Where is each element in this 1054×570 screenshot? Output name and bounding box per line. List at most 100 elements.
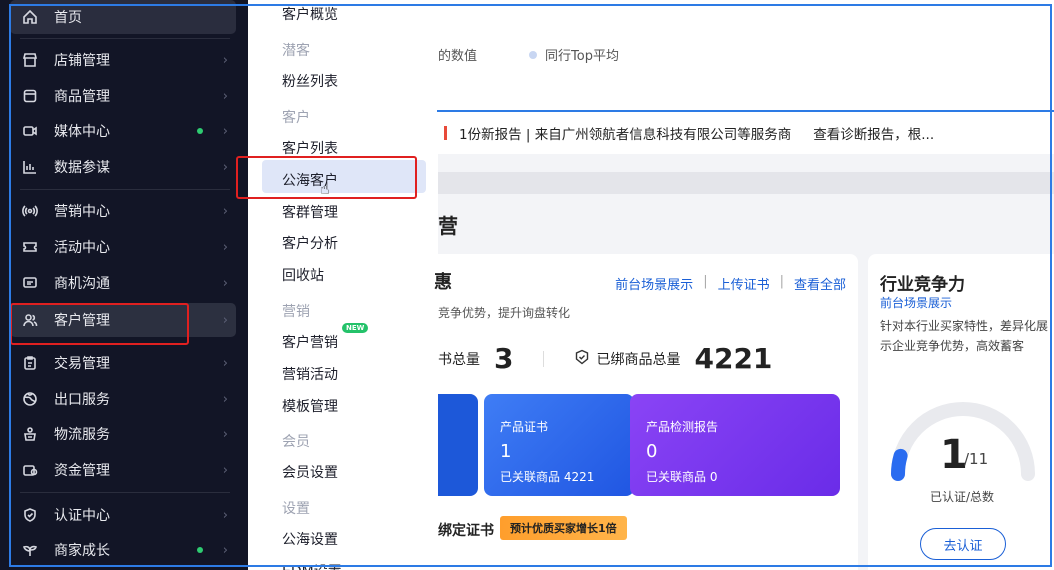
tile-subtitle: 已关联商品 4221 bbox=[500, 470, 595, 484]
sidebar-item-customers[interactable]: 客户管理 › bbox=[10, 303, 236, 337]
chevron-right-icon: › bbox=[222, 275, 228, 291]
sidebar-item-export[interactable]: 出口服务 › bbox=[10, 382, 236, 416]
submenu-item-campaigns[interactable]: 营销活动 bbox=[282, 364, 338, 384]
submenu-item-overview[interactable]: 客户概览 bbox=[282, 4, 338, 24]
section-title: 营 bbox=[438, 214, 458, 238]
submenu-item-recycle[interactable]: 回收站 bbox=[282, 265, 324, 285]
notice-text: 1份新报告 | 来自广州领航者信息科技有限公司等服务商 bbox=[459, 127, 792, 143]
sidebar-item-label: 数据参谋 bbox=[54, 160, 110, 176]
product-test-report-tile[interactable]: 产品检测报告 0 已关联商品 0 bbox=[630, 394, 840, 496]
sidebar-item-label: 店铺管理 bbox=[54, 53, 110, 69]
sidebar-item-label: 物流服务 bbox=[54, 427, 110, 443]
hand-cursor-icon: ☝ bbox=[320, 179, 330, 198]
certificate-tile-partial[interactable] bbox=[438, 394, 478, 496]
chevron-right-icon: › bbox=[222, 312, 228, 328]
tile-subtitle: 已关联商品 0 bbox=[646, 470, 718, 484]
sidebar-item-growth[interactable]: 商家成长 › bbox=[10, 533, 236, 567]
submenu-item-analysis[interactable]: 客户分析 bbox=[282, 233, 338, 253]
submenu-item-sea-settings[interactable]: 公海设置 bbox=[282, 529, 338, 549]
industry-scene-link[interactable]: 前台场景展示 bbox=[880, 294, 952, 311]
certified-total: /11 bbox=[964, 450, 989, 468]
sidebar-item-store[interactable]: 店铺管理 › bbox=[10, 43, 236, 77]
chevron-right-icon: › bbox=[222, 462, 228, 478]
submenu-item-customer-marketing[interactable]: 客户营销 bbox=[282, 332, 338, 352]
go-certify-button[interactable]: 去认证 bbox=[920, 528, 1006, 560]
tile-title: 产品证书 bbox=[500, 420, 549, 434]
bind-certificate-title: 绑定证书 bbox=[438, 523, 494, 539]
stat-bound-label: 已绑商品总量 bbox=[596, 351, 681, 368]
sidebar-item-activity[interactable]: 活动中心 › bbox=[10, 230, 236, 264]
status-dot bbox=[196, 128, 203, 134]
legend-label-a: 的数值 bbox=[438, 49, 478, 64]
legend-label-b: 同行Top平均 bbox=[545, 49, 619, 64]
sidebar-item-marketing[interactable]: 营销中心 › bbox=[10, 194, 236, 228]
tile-value: 0 bbox=[646, 441, 658, 462]
sidebar-item-label: 客户管理 bbox=[54, 313, 110, 329]
stat-total-label: 书总量 bbox=[438, 351, 480, 368]
sidebar-item-label: 交易管理 bbox=[54, 356, 110, 372]
chevron-right-icon: › bbox=[222, 426, 228, 442]
view-all-link[interactable]: 查看全部 bbox=[794, 274, 846, 293]
submenu-group-customers: 客户 bbox=[282, 110, 310, 126]
submenu-item-fans[interactable]: 粉丝列表 bbox=[282, 71, 338, 91]
logistics-icon bbox=[18, 426, 42, 442]
sidebar-item-home[interactable]: 首页 bbox=[10, 0, 236, 34]
sidebar-item-products[interactable]: 商品管理 › bbox=[10, 79, 236, 113]
industry-title: 行业竞争力 bbox=[880, 275, 965, 295]
sidebar-item-data[interactable]: 数据参谋 › bbox=[10, 150, 236, 184]
chevron-right-icon: › bbox=[222, 88, 228, 104]
check-circle-icon bbox=[574, 349, 590, 369]
submenu-group-marketing: 营销 bbox=[282, 304, 310, 320]
sidebar-item-label: 商机沟通 bbox=[54, 276, 110, 292]
sidebar-item-label: 认证中心 bbox=[54, 508, 110, 524]
sidebar-item-certification[interactable]: 认证中心 › bbox=[10, 498, 236, 532]
chevron-right-icon: › bbox=[222, 239, 228, 255]
ticket-icon bbox=[18, 239, 42, 255]
report-notice-bar[interactable]: 1份新报告 | 来自广州领航者信息科技有限公司等服务商 查看诊断报告，根... bbox=[438, 112, 1054, 154]
chevron-right-icon: › bbox=[222, 203, 228, 219]
customer-submenu: 客户概览 潜客 粉丝列表 客户 客户列表 公海客户 ☝ 客群管理 客户分析 回收… bbox=[248, 0, 438, 570]
clipboard-icon bbox=[18, 355, 42, 371]
wallet-icon bbox=[18, 462, 42, 478]
sprout-icon bbox=[18, 542, 42, 558]
product-certificate-tile[interactable]: 产品证书 1 已关联商品 4221 bbox=[484, 394, 634, 496]
sidebar-item-label: 出口服务 bbox=[54, 392, 110, 408]
sidebar-item-label: 活动中心 bbox=[54, 240, 110, 256]
industry-description: 针对本行业买家特性，差异化展示企业竞争优势，高效蓄客 bbox=[880, 319, 1049, 353]
certificate-card: 惠 前台场景展示 | 上传证书 | 查看全部 竞争优势，提升询盘转化 书总量 3… bbox=[434, 254, 858, 570]
message-icon bbox=[18, 275, 42, 291]
sidebar-item-label: 资金管理 bbox=[54, 463, 110, 479]
sidebar-item-opportunity[interactable]: 商机沟通 › bbox=[10, 266, 236, 300]
new-badge: NEW bbox=[342, 323, 369, 333]
stat-row: 书总量 3 已绑商品总量 4221 bbox=[438, 342, 772, 375]
submenu-item-member-settings[interactable]: 会员设置 bbox=[282, 462, 338, 482]
link-divider: | bbox=[703, 274, 708, 289]
link-divider: | bbox=[779, 274, 784, 289]
submenu-group-settings: 设置 bbox=[282, 501, 310, 517]
submenu-item-groups[interactable]: 客群管理 bbox=[282, 202, 338, 222]
shield-icon bbox=[18, 507, 42, 523]
store-icon bbox=[18, 52, 42, 68]
home-icon bbox=[18, 9, 42, 25]
sidebar-item-label: 媒体中心 bbox=[54, 124, 110, 140]
notice-link[interactable]: 查看诊断报告，根... bbox=[813, 123, 934, 143]
sidebar-item-logistics[interactable]: 物流服务 › bbox=[10, 417, 236, 451]
status-dot bbox=[196, 547, 203, 553]
submenu-item-customer-list[interactable]: 客户列表 bbox=[282, 138, 338, 158]
sidebar-item-trade[interactable]: 交易管理 › bbox=[10, 346, 236, 380]
data-chart-icon bbox=[18, 159, 42, 175]
legend-dot bbox=[529, 50, 538, 59]
sidebar-item-media[interactable]: 媒体中心 › bbox=[10, 114, 236, 148]
broadcast-icon bbox=[18, 203, 42, 219]
chevron-right-icon: › bbox=[222, 391, 228, 407]
scene-preview-link[interactable]: 前台场景展示 bbox=[615, 274, 693, 293]
submenu-item-partial[interactable]: EDM设置 bbox=[282, 561, 342, 570]
upload-certificate-link[interactable]: 上传证书 bbox=[718, 274, 770, 293]
notice-marker bbox=[444, 126, 447, 140]
main-content: 的数值 同行Top平均 1份新报告 | 来自广州领航者信息科技有限公司等服务商 … bbox=[434, 0, 1054, 570]
divider-strip bbox=[438, 172, 1054, 194]
sidebar-item-label: 商品管理 bbox=[54, 89, 110, 105]
sidebar: 首页 店铺管理 › 商品管理 › 媒体中心 › 数据参谋 › 营销中心 › 活动… bbox=[0, 0, 248, 570]
submenu-item-templates[interactable]: 模板管理 bbox=[282, 396, 338, 416]
sidebar-item-funds[interactable]: 资金管理 › bbox=[10, 453, 236, 487]
